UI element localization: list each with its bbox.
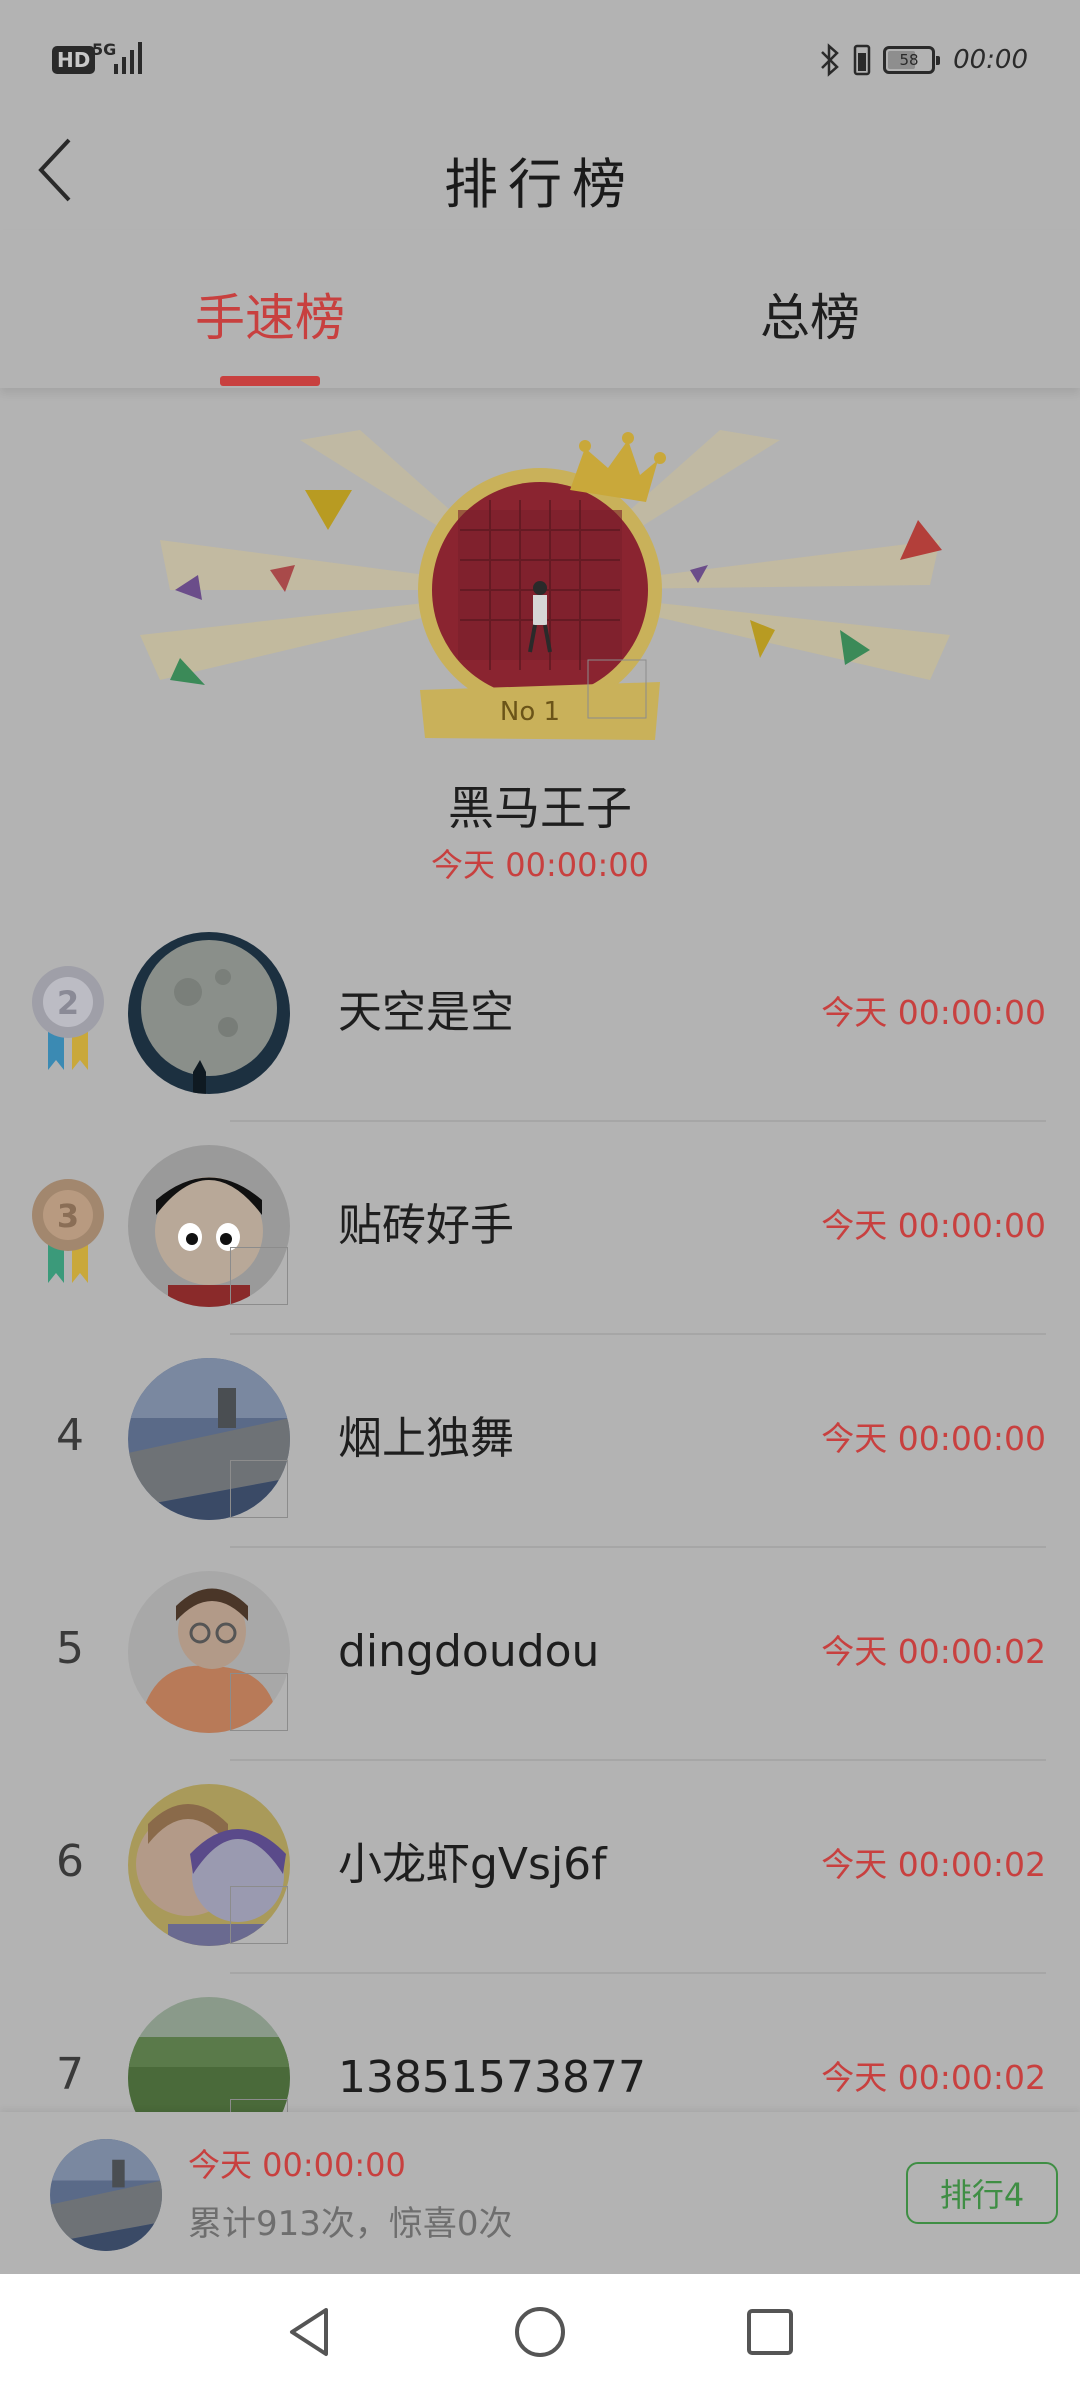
avatar-frame bbox=[230, 1247, 288, 1305]
hd-badge: HD bbox=[52, 46, 96, 74]
player-time: 今天 00:00:00 bbox=[821, 1419, 1046, 1458]
system-nav-bar bbox=[0, 2274, 1080, 2388]
list-item[interactable]: 5 dingdoudou 今天 00:00:02 bbox=[0, 1559, 1080, 1772]
divider bbox=[230, 1972, 1046, 1974]
player-name: 天空是空 bbox=[338, 987, 514, 1038]
player-time: 今天 00:00:00 bbox=[821, 1206, 1046, 1245]
bluetooth-icon bbox=[821, 43, 839, 77]
battery-level: 58 bbox=[899, 51, 919, 69]
divider bbox=[230, 1333, 1046, 1335]
vibrate-icon bbox=[853, 44, 871, 76]
list-item[interactable]: 2 天空是空 今天 00:00:00 bbox=[0, 920, 1080, 1133]
avatar-frame bbox=[230, 1886, 288, 1944]
network-type: 5G bbox=[92, 40, 117, 59]
player-name: 烟上独舞 bbox=[338, 1413, 514, 1464]
bronze-medal-icon: 3 bbox=[32, 1179, 104, 1283]
status-bar: HD 5G 58 00:00 bbox=[0, 0, 1080, 110]
divider bbox=[230, 1120, 1046, 1122]
tab-speed-ranking[interactable]: 手速榜 bbox=[120, 230, 420, 388]
player-time: 今天 00:00:00 bbox=[821, 993, 1046, 1032]
divider bbox=[230, 1546, 1046, 1548]
list-item[interactable]: 4 烟上独舞 今天 00:00:00 bbox=[0, 1346, 1080, 1559]
silver-medal-icon: 2 bbox=[32, 966, 104, 1070]
rank-number: 4 bbox=[56, 1410, 84, 1461]
champion-time: 今天 00:00:00 bbox=[431, 846, 649, 884]
my-avatar[interactable] bbox=[50, 2139, 162, 2251]
nav-back-icon[interactable] bbox=[282, 2304, 338, 2360]
champion-section: No 1 黑马王子 今天 00:00:00 bbox=[0, 420, 1080, 890]
cellular-signal-icon: 5G bbox=[92, 40, 146, 76]
avatar-frame bbox=[230, 1460, 288, 1518]
nav-home-icon[interactable] bbox=[512, 2304, 568, 2360]
nav-recents-icon[interactable] bbox=[742, 2304, 798, 2360]
player-time: 今天 00:00:02 bbox=[821, 1845, 1046, 1884]
avatar[interactable] bbox=[128, 932, 290, 1094]
tab-active-indicator bbox=[220, 376, 320, 386]
page-title: 排行榜 bbox=[444, 153, 636, 216]
header: 排行榜 bbox=[0, 110, 1080, 230]
my-rank-bar: 今天 00:00:00 累计913次，惊喜0次 排行4 bbox=[0, 2112, 1080, 2274]
avatar-frame bbox=[230, 1673, 288, 1731]
my-time: 今天 00:00:00 bbox=[188, 2146, 406, 2184]
rank-number: 5 bbox=[56, 1623, 84, 1674]
tab-total-ranking[interactable]: 总榜 bbox=[660, 230, 960, 388]
champion-badge: No 1 bbox=[500, 697, 560, 727]
player-name: 小龙虾gVsj6f bbox=[338, 1839, 607, 1890]
divider bbox=[230, 1759, 1046, 1761]
player-time: 今天 00:00:02 bbox=[821, 1632, 1046, 1671]
player-name: dingdoudou bbox=[338, 1626, 600, 1677]
tab-bar: 手速榜 总榜 bbox=[0, 230, 1080, 388]
list-item[interactable]: 3 贴砖好手 今天 00:00:00 bbox=[0, 1133, 1080, 1346]
ranking-list: 2 天空是空 今天 00:00:00 3 贴砖好手 今天 00:00:00 4 … bbox=[0, 920, 1080, 2198]
my-stats: 累计913次，惊喜0次 bbox=[188, 2204, 513, 2244]
medal-rank: 3 bbox=[57, 1197, 79, 1235]
list-item[interactable]: 6 小龙虾gVsj6f 今天 00:00:02 bbox=[0, 1772, 1080, 1985]
status-right: 58 00:00 bbox=[819, 40, 1028, 80]
medal-rank: 2 bbox=[57, 984, 79, 1022]
battery-icon: 58 bbox=[883, 46, 941, 74]
my-rank-badge[interactable]: 排行4 bbox=[906, 2162, 1058, 2224]
champion-name: 黑马王子 bbox=[448, 781, 632, 835]
rank-number: 6 bbox=[56, 1836, 84, 1887]
status-time: 00:00 bbox=[953, 45, 1028, 75]
champion-banner-art[interactable]: No 1 bbox=[80, 420, 1000, 750]
player-name: 贴砖好手 bbox=[338, 1200, 514, 1251]
